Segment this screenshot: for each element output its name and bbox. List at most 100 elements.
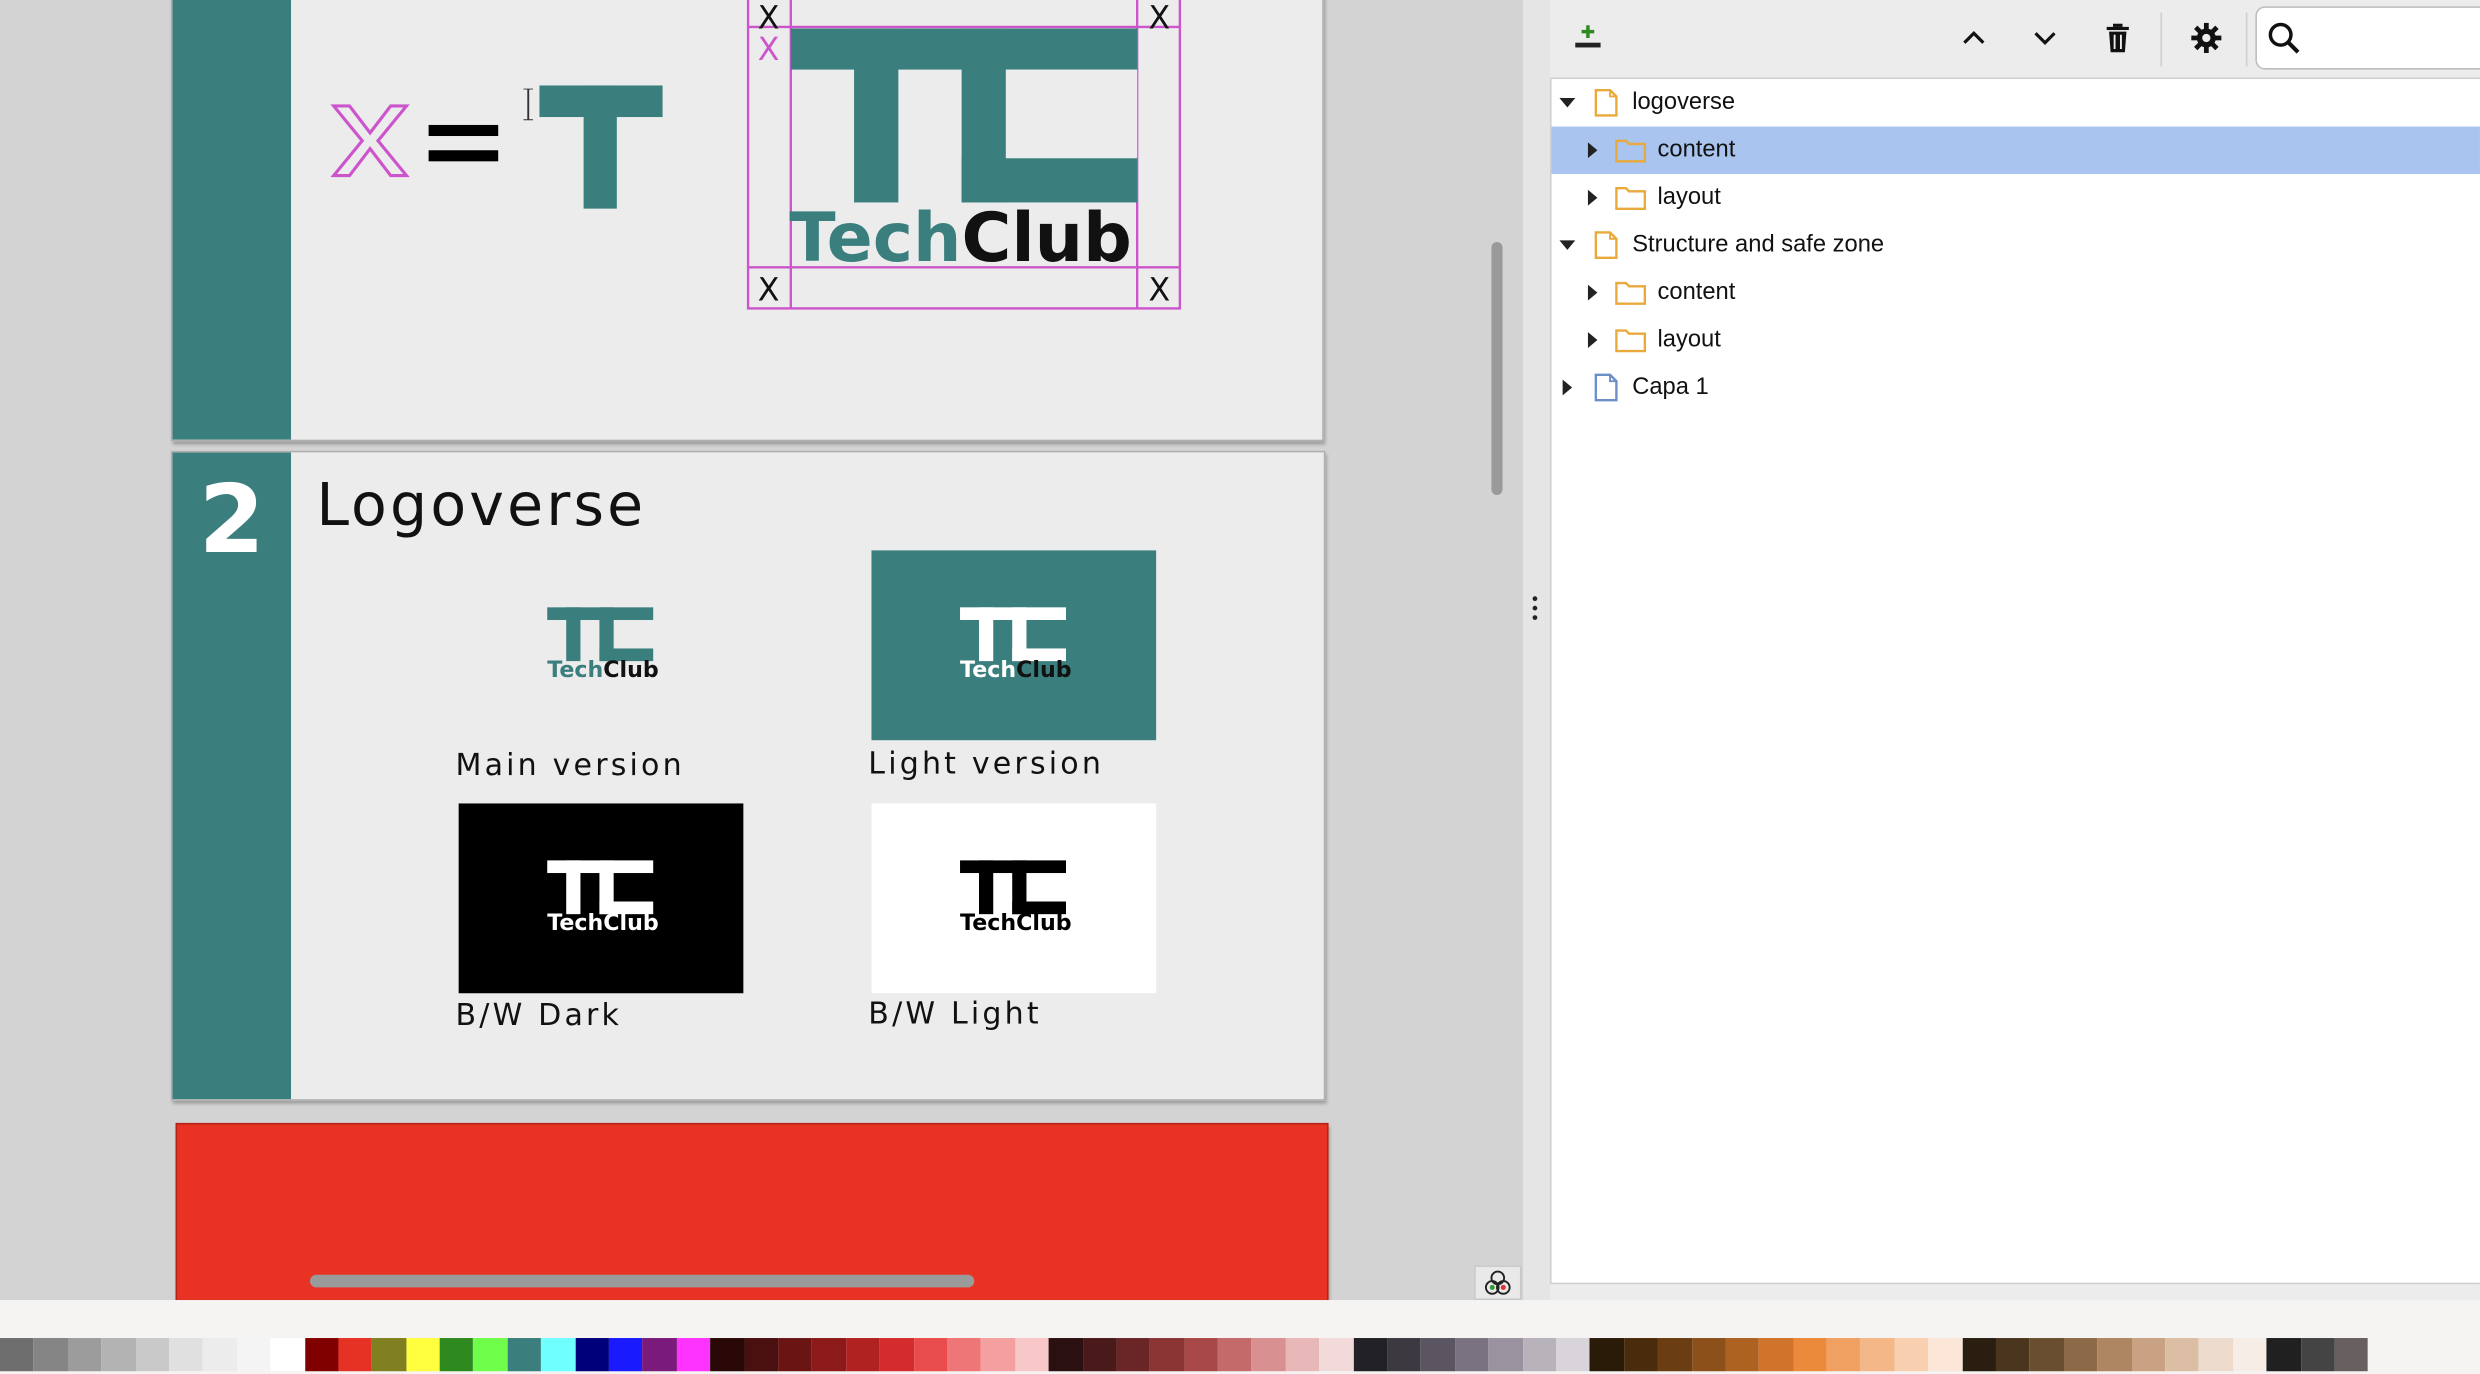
color-swatch[interactable] [1590,1338,1624,1372]
color-swatch[interactable] [608,1338,643,1372]
color-swatch[interactable] [642,1338,677,1372]
add-layer-button[interactable] [1563,13,1614,64]
tree-item-content-selected[interactable]: content [1551,126,2480,174]
color-swatch[interactable] [2199,1338,2233,1372]
color-swatch[interactable] [101,1338,136,1372]
panel-splitter[interactable] [1523,0,1550,1301]
color-swatch[interactable] [845,1338,880,1372]
color-swatch[interactable] [676,1338,711,1372]
color-swatch[interactable] [405,1338,440,1372]
delete-layer-button[interactable] [2092,13,2143,64]
color-swatch[interactable] [1251,1338,1286,1372]
color-swatch[interactable] [1454,1338,1489,1372]
color-swatch[interactable] [2300,1338,2335,1372]
color-swatch[interactable] [1996,1338,2030,1372]
color-swatch[interactable] [1691,1338,1726,1372]
color-swatch[interactable] [1420,1338,1455,1372]
color-swatch[interactable] [1014,1338,1049,1372]
color-swatch[interactable] [811,1338,846,1372]
color-swatch[interactable] [372,1338,406,1372]
color-swatch[interactable] [0,1338,34,1372]
tree-item-content[interactable]: content [1552,269,2480,316]
tree-item-layout[interactable]: layout [1552,316,2480,363]
color-swatch[interactable] [2334,1338,2369,1372]
color-swatch[interactable] [710,1338,745,1372]
logo-light-version[interactable]: TechClub [871,550,1157,741]
color-swatch[interactable] [1623,1338,1658,1372]
vertical-scrollbar[interactable] [1491,241,1503,496]
color-swatch[interactable] [33,1338,68,1372]
color-swatch[interactable] [2063,1338,2098,1372]
color-swatch[interactable] [913,1338,948,1372]
color-swatch[interactable] [1826,1338,1861,1372]
color-swatch[interactable] [1048,1338,1083,1372]
color-swatch[interactable] [67,1338,102,1372]
color-swatch[interactable] [2165,1338,2200,1372]
color-swatch[interactable] [541,1338,576,1372]
collapse-triangle-icon[interactable] [1558,378,1577,397]
color-swatch[interactable] [2266,1338,2301,1372]
color-swatch[interactable] [135,1338,170,1372]
color-swatch[interactable] [1116,1338,1151,1372]
color-swatch[interactable] [2131,1338,2166,1372]
logo-main-version[interactable]: TechClub [459,550,744,740]
collapse-triangle-icon[interactable] [1583,331,1602,350]
tree-item-structure-safe-zone[interactable]: Structure and safe zone [1552,221,2480,268]
color-swatch[interactable] [1353,1338,1388,1372]
color-swatch[interactable] [1894,1338,1929,1372]
color-swatch[interactable] [169,1338,203,1372]
drawing-canvas[interactable]: TechClub X X X X X 2 Logoverse TechClub … [0,0,1524,1301]
color-swatch[interactable] [1522,1338,1557,1372]
tree-item-capa-1[interactable]: Capa 1 [1552,364,2480,411]
color-swatch[interactable] [338,1338,373,1372]
color-swatch[interactable] [1488,1338,1523,1372]
slide-logoverse[interactable]: 2 Logoverse TechClub Main version TechCl… [170,450,1326,1101]
layer-settings-button[interactable] [2181,13,2232,64]
color-swatch[interactable] [1217,1338,1252,1372]
color-swatch[interactable] [304,1338,339,1372]
color-swatch[interactable] [507,1338,542,1372]
color-swatch[interactable] [1387,1338,1421,1372]
horizontal-scrollbar[interactable] [309,1274,975,1288]
color-swatch[interactable] [473,1338,508,1372]
lower-layer-button[interactable] [2020,13,2071,64]
color-swatch[interactable] [1150,1338,1185,1372]
color-swatch[interactable] [1725,1338,1760,1372]
color-swatch[interactable] [575,1338,609,1372]
color-swatch[interactable] [744,1338,779,1372]
slide-red[interactable] [175,1122,1329,1301]
color-swatch[interactable] [1860,1338,1895,1372]
color-swatch[interactable] [1657,1338,1692,1372]
color-swatch[interactable] [1556,1338,1591,1372]
collapse-triangle-icon[interactable] [1583,283,1602,302]
color-swatch[interactable] [1793,1338,1827,1372]
color-swatch[interactable] [2232,1338,2267,1372]
collapse-triangle-icon[interactable] [1583,188,1602,207]
expand-triangle-icon[interactable] [1558,93,1577,112]
slide-structure[interactable]: TechClub X X X X X [170,0,1324,442]
color-swatch[interactable] [1285,1338,1320,1372]
logo-bw-dark[interactable]: TechClub [458,803,744,994]
color-swatch[interactable] [2097,1338,2132,1372]
color-swatch[interactable] [2029,1338,2064,1372]
layer-search-input[interactable] [2255,6,2480,70]
color-swatch[interactable] [981,1338,1015,1372]
color-swatch[interactable] [1319,1338,1354,1372]
color-swatch[interactable] [1759,1338,1794,1372]
expand-triangle-icon[interactable] [1558,236,1577,255]
raise-layer-button[interactable] [1949,13,2000,64]
color-swatch[interactable] [439,1338,474,1372]
color-swatch[interactable] [778,1338,812,1372]
tree-item-logoverse[interactable]: logoverse [1552,79,2480,126]
logo-bw-light[interactable]: TechClub [871,803,1157,994]
color-swatch[interactable] [879,1338,914,1372]
collapse-triangle-icon[interactable] [1583,141,1602,160]
color-managed-toggle[interactable] [1474,1265,1522,1301]
color-swatch[interactable] [947,1338,982,1372]
color-swatch[interactable] [236,1338,271,1372]
tree-item-layout[interactable]: layout [1552,174,2480,221]
color-swatch[interactable] [1184,1338,1218,1372]
color-swatch[interactable] [202,1338,237,1372]
color-swatch[interactable] [1928,1338,1963,1372]
color-swatch[interactable] [1082,1338,1117,1372]
